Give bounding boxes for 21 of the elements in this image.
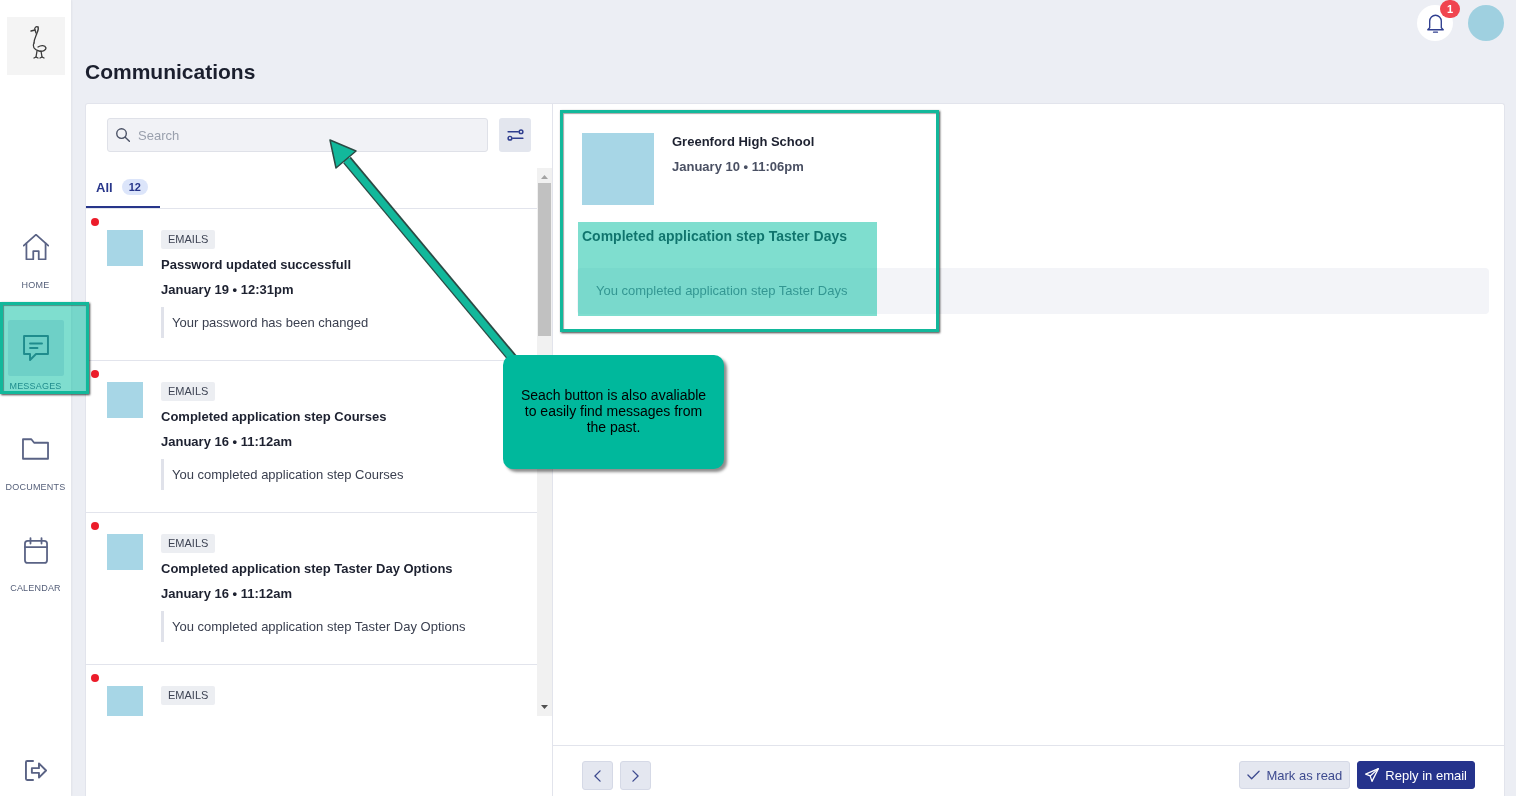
category-tag: EMAILS bbox=[161, 382, 216, 401]
notification-badge: 1 bbox=[1440, 0, 1460, 18]
category-tag: EMAILS bbox=[161, 230, 216, 249]
message-date: January 19 • 12:31pm bbox=[161, 281, 294, 299]
category-tag: EMAILS bbox=[161, 686, 216, 705]
message-title: Password updated successfull bbox=[161, 256, 351, 274]
message-date: January 16 • 11:12am bbox=[161, 585, 293, 603]
message-date: January 10 • 11:06pm bbox=[672, 158, 805, 176]
message-title: Completed application step Courses bbox=[161, 408, 387, 426]
count-badge: 12 bbox=[121, 179, 148, 195]
message-preview: Your password has been changed bbox=[161, 307, 369, 338]
category-tag: EMAILS bbox=[161, 534, 216, 553]
message-title: Completed application step Taster Day Options bbox=[161, 560, 453, 578]
message-subject: Completed application step Taster Days bbox=[581, 227, 848, 246]
message-body: You completed application step Taster Days bbox=[577, 268, 1489, 314]
message-preview: You completed application step Courses bbox=[161, 459, 404, 490]
annotation-tooltip: Seach button is also avaliable to easily find messages from the past. bbox=[503, 355, 724, 469]
sender-name: Greenford High School bbox=[672, 133, 815, 151]
message-date: January 16 • 11:12am bbox=[161, 433, 293, 451]
page-title: Communications bbox=[85, 60, 256, 84]
message-preview: You completed application step Taster Day Options bbox=[161, 611, 466, 642]
